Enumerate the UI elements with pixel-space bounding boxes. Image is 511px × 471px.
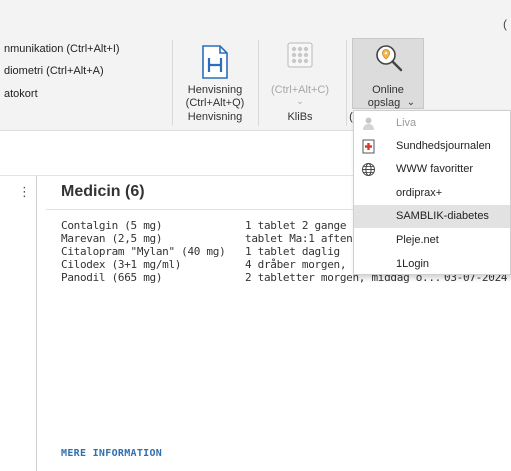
- chevron-down-icon: ⌄: [406, 97, 416, 108]
- magnifier-pin-icon: [376, 45, 403, 72]
- pill-grid-icon: [287, 42, 313, 68]
- medication-name: Contalgin (5 mg): [61, 219, 163, 232]
- menu-item-www-favoritter[interactable]: WWW favoritter: [354, 158, 510, 181]
- more-information-link[interactable]: MERE INFORMATION: [61, 448, 162, 459]
- menu-item-ordiprax[interactable]: ordiprax+: [354, 182, 510, 205]
- ribbon-item-fotokort[interactable]: atokort: [4, 88, 38, 100]
- ribbon-item-kommunikation[interactable]: nmunikation (Ctrl+Alt+I): [4, 43, 120, 55]
- menu-item-label: ordiprax+: [396, 187, 443, 199]
- menu-item-label: Liva: [396, 117, 417, 129]
- menu-item-samblik-diabetes[interactable]: SAMBLIK-diabetes: [354, 205, 510, 228]
- group-label-klibs: KliBs: [287, 111, 313, 123]
- ribbon-edge-glyph: (: [503, 17, 507, 31]
- menu-item-label: 1Login: [396, 258, 430, 270]
- menu-item-1login[interactable]: 1Login: [354, 253, 510, 276]
- panel-menu-icon[interactable]: ⋮: [18, 184, 31, 200]
- person-icon: [363, 117, 374, 130]
- medication-name: Citalopram "Mylan" (40 mg): [61, 245, 226, 258]
- ribbon-item-audiometri[interactable]: diometri (Ctrl+Alt+A): [4, 65, 104, 77]
- group-label-henvisning: Henvisning: [187, 111, 243, 123]
- card-title: Medicin (6): [61, 183, 145, 200]
- menu-item-label: SAMBLIK-diabetes: [396, 210, 489, 222]
- medication-name: Panodil (665 mg): [61, 271, 163, 284]
- online-opslag-menu: Liva Sundhedsjournalen WWW favoritter or…: [353, 110, 511, 275]
- globe-icon: [362, 163, 375, 176]
- ribbon-separator: [258, 40, 259, 126]
- medication-dose: 4 dråber morgen, m: [245, 258, 359, 271]
- menu-item-liva[interactable]: Liva: [354, 112, 510, 135]
- medication-name: Cilodex (3+1 mg/ml): [61, 258, 182, 271]
- panel-border: [36, 176, 37, 471]
- medication-name: Marevan (2,5 mg): [61, 232, 163, 245]
- menu-item-label: Sundhedsjournalen: [396, 140, 491, 152]
- menu-item-label: WWW favoritter: [396, 163, 473, 175]
- menu-item-sundhedsjournalen[interactable]: Sundhedsjournalen: [354, 135, 510, 158]
- menu-item-pleje-net[interactable]: Pleje.net: [354, 229, 510, 252]
- henvisning-label: Henvisning: [187, 84, 243, 96]
- health-doc-icon: [362, 139, 375, 154]
- chevron-down-icon: ⌄: [295, 96, 305, 107]
- menu-item-label: Pleje.net: [396, 234, 439, 246]
- online-opslag-button[interactable]: Online opslag ⌄: [352, 38, 424, 109]
- ribbon-separator: [172, 40, 173, 126]
- medication-dose: 1 tablet daglig: [245, 245, 340, 258]
- document-h-icon: [202, 45, 228, 79]
- henvisning-shortcut: (Ctrl+Alt+Q): [185, 97, 245, 109]
